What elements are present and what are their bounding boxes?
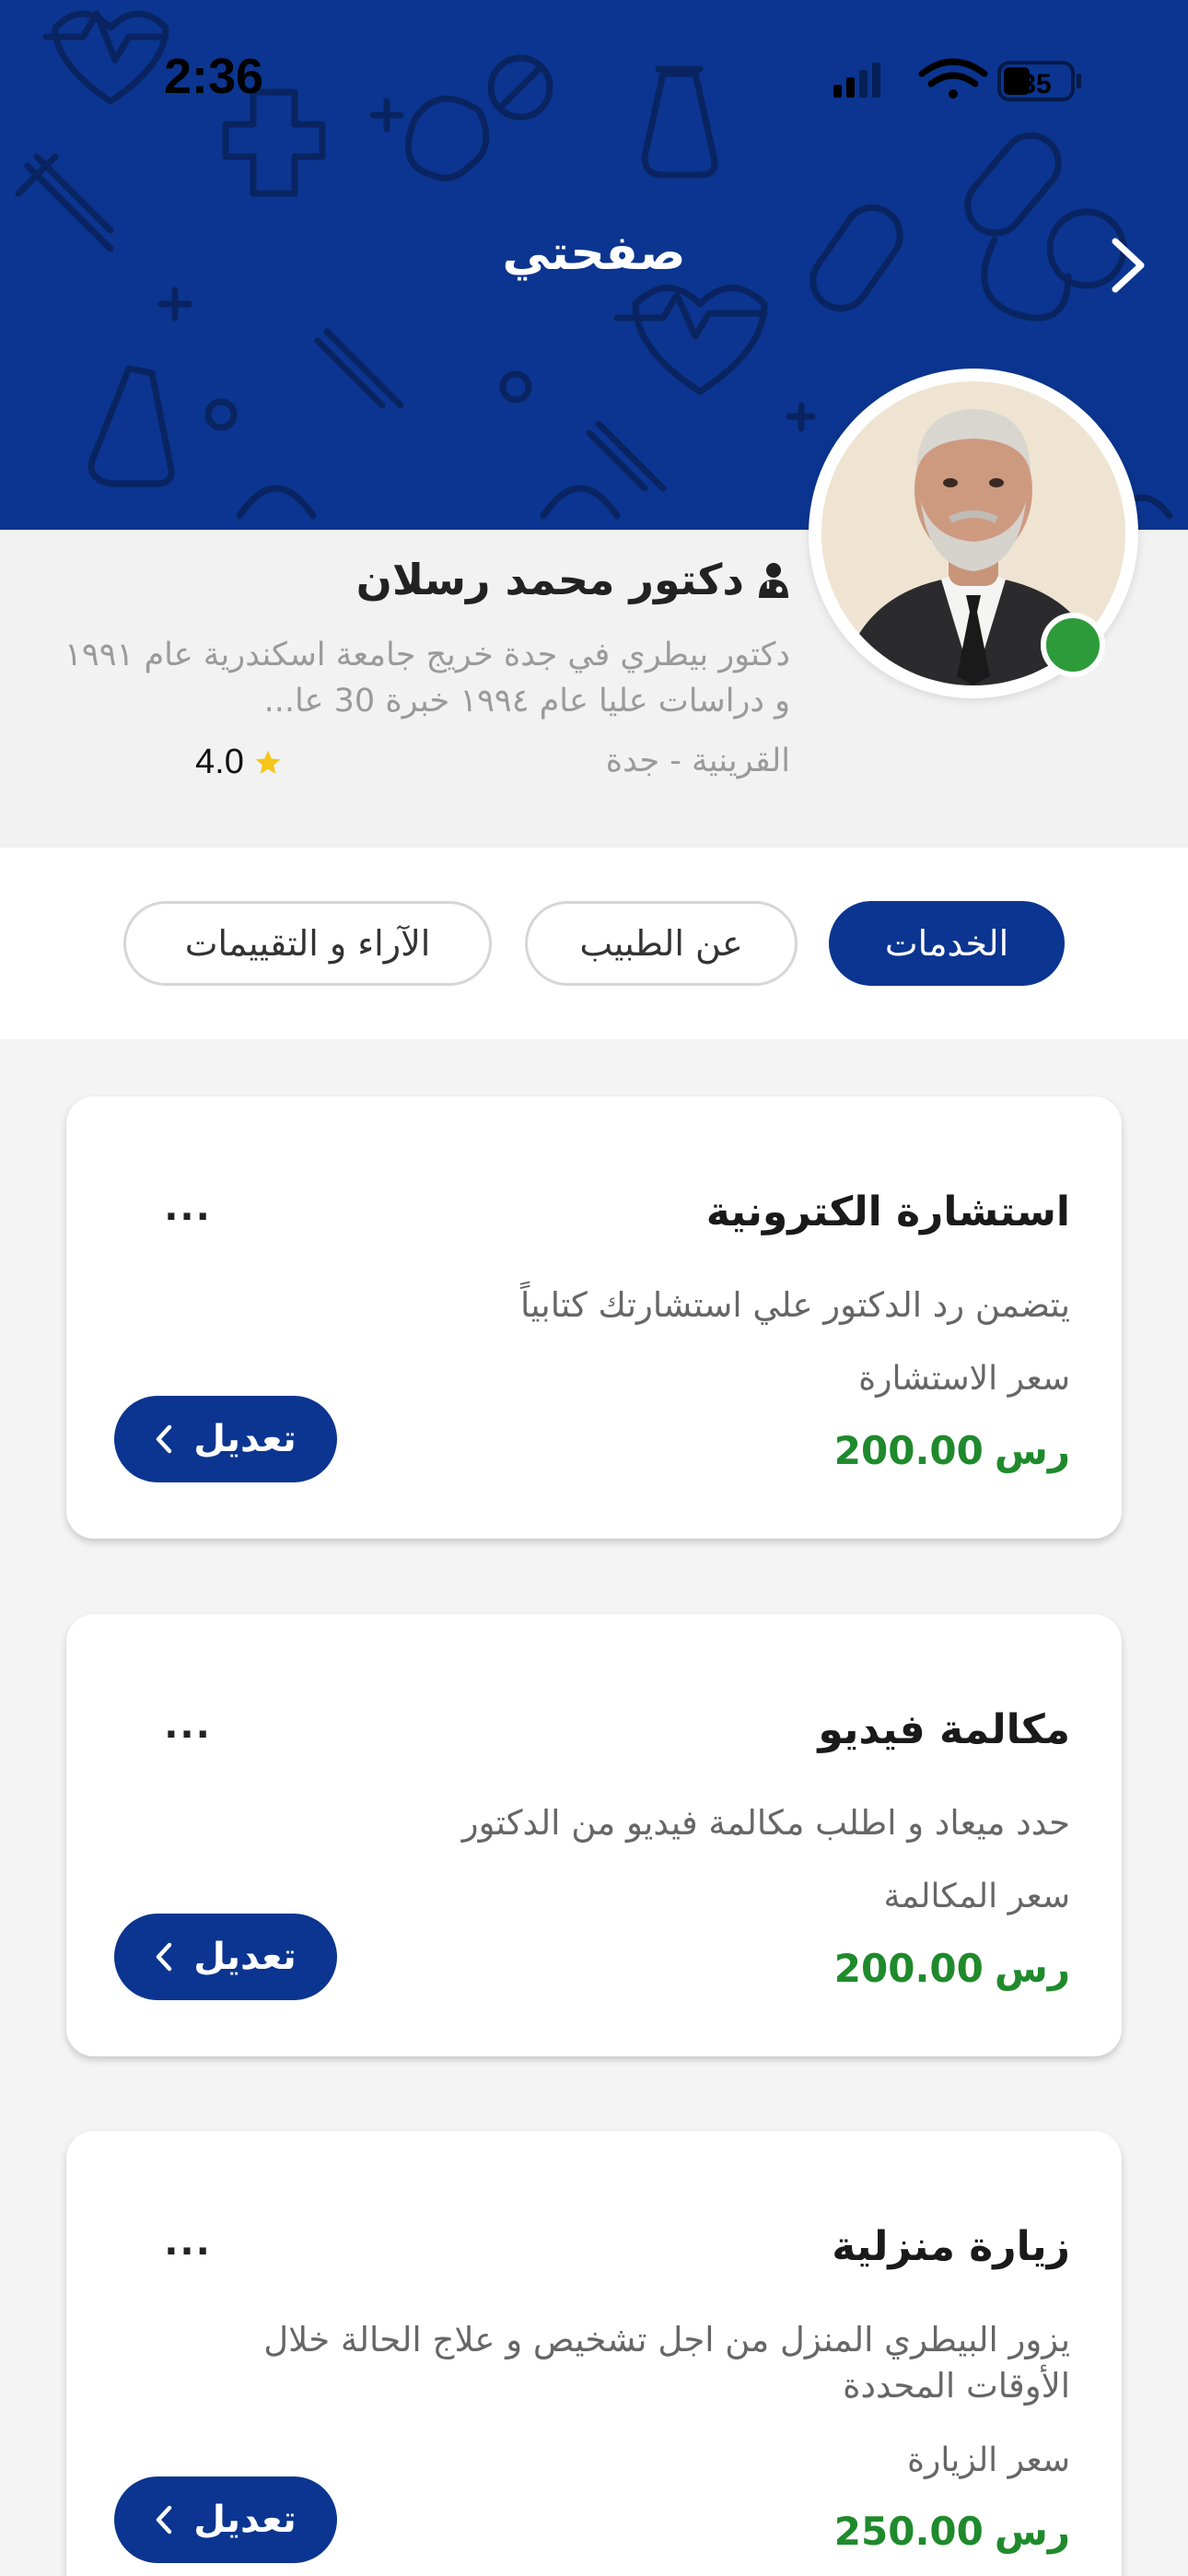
- status-bar: 2:36 35: [0, 0, 1188, 161]
- chevron-left-icon: [157, 1424, 172, 1454]
- price-value: 200.00: [833, 1428, 984, 1473]
- price-label: سعر الزيارة: [907, 2441, 1070, 2479]
- star-icon: [255, 750, 281, 774]
- price-value: 250.00: [833, 2509, 984, 2554]
- service-title: استشارة الكترونية: [705, 1188, 1070, 1235]
- edit-label: تعديل: [193, 2499, 297, 2541]
- service-title: زيارة منزلية: [832, 2223, 1070, 2270]
- price-value: 200.00: [833, 1946, 984, 1991]
- chevron-left-icon: [157, 2505, 172, 2535]
- chevron-left-icon: [157, 1942, 172, 1972]
- more-options-button[interactable]: ...: [160, 1704, 215, 1747]
- service-description: يزور البيطري المنزل من اجل تشخيص و علاج …: [263, 2320, 1070, 2406]
- service-price: رس 200.00: [834, 1946, 1070, 1991]
- service-description: يتضمن رد الدكتور علي استشارتك كتابياً: [519, 1285, 1070, 1325]
- page-title: صفحتي: [502, 226, 686, 281]
- price-currency: رس: [994, 2509, 1070, 2554]
- edit-label: تعديل: [193, 1936, 297, 1978]
- doctor-location: القرينية - جدة: [605, 743, 790, 779]
- service-card: زيارة منزلية ... يزور البيطري المنزل من …: [66, 2131, 1122, 2576]
- doctor-name: دكتور محمد رسلان: [355, 555, 744, 604]
- price-label: سعر المكالمة: [883, 1878, 1070, 1915]
- doctor-bio: دكتور بيطري في جدة خريج جامعة اسكندرية ع…: [64, 637, 790, 720]
- doctor-icon: [759, 563, 788, 598]
- more-options-button[interactable]: ...: [160, 2221, 215, 2264]
- tabs-bar: الخدمات عن الطبيب الآراء و التقييمات: [0, 848, 1188, 1039]
- service-description: حدد ميعاد و اطلب مكالمة فيديو من الدكتور: [461, 1803, 1070, 1843]
- doctor-name-row: دكتور محمد رسلان: [274, 555, 790, 604]
- edit-button[interactable]: تعديل: [114, 1396, 337, 1482]
- edit-label: تعديل: [193, 1418, 297, 1460]
- tab-reviews[interactable]: الآراء و التقييمات: [123, 901, 492, 986]
- status-icons: 35: [833, 58, 1081, 101]
- doctor-rating: 4.0: [195, 743, 283, 782]
- rating-value: 4.0: [195, 743, 244, 781]
- battery-icon: 35: [997, 61, 1081, 101]
- service-card: استشارة الكترونية ... يتضمن رد الدكتور ع…: [66, 1096, 1122, 1539]
- price-currency: رس: [994, 1428, 1070, 1473]
- service-price: رس 200.00: [834, 1428, 1070, 1473]
- price-currency: رس: [994, 1946, 1070, 1991]
- service-card: مكالمة فيديو ... حدد ميعاد و اطلب مكالمة…: [66, 1614, 1122, 2056]
- service-title: مكالمة فيديو: [818, 1706, 1070, 1753]
- svg-text:35: 35: [1020, 69, 1051, 100]
- tab-about-doctor[interactable]: عن الطبيب: [525, 901, 798, 986]
- online-status-indicator: [1041, 613, 1105, 677]
- edit-button[interactable]: تعديل: [114, 2476, 337, 2563]
- status-time: 2:36: [164, 49, 264, 104]
- tab-services[interactable]: الخدمات: [829, 901, 1065, 986]
- signal-icon: [833, 63, 880, 98]
- more-options-button[interactable]: ...: [160, 1187, 215, 1229]
- service-price: رس 250.00: [834, 2509, 1070, 2554]
- back-button[interactable]: [1096, 228, 1160, 302]
- wifi-icon: [918, 58, 988, 99]
- chevron-right-icon: [1112, 238, 1145, 293]
- edit-button[interactable]: تعديل: [114, 1914, 337, 2000]
- price-label: سعر الاستشارة: [858, 1360, 1070, 1398]
